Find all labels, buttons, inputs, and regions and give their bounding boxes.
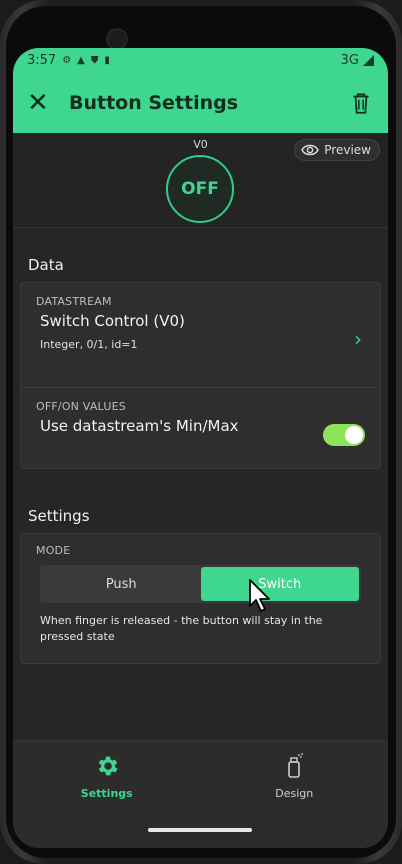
preview-button[interactable]: Preview xyxy=(294,139,380,161)
nav-settings-label: Settings xyxy=(80,787,133,800)
page-title: Button Settings xyxy=(69,92,239,114)
front-camera xyxy=(106,28,128,50)
data-card: DATASTREAM Switch Control (V0) Integer, … xyxy=(20,282,381,469)
mode-option-switch[interactable]: Switch xyxy=(200,567,359,601)
gear-icon xyxy=(98,756,118,776)
mode-segmented-control: Push Switch xyxy=(40,565,361,603)
home-indicator[interactable] xyxy=(148,828,252,832)
mouse-cursor-icon xyxy=(249,579,270,612)
spray-can-icon xyxy=(288,753,304,778)
widget-preview: V0 Preview OFF xyxy=(13,133,388,228)
toggle-knob xyxy=(345,426,363,444)
button-widget-preview[interactable]: OFF xyxy=(166,155,234,223)
mode-row: MODE Push Switch When finger is released… xyxy=(21,534,380,663)
nav-design-label: Design xyxy=(275,787,314,800)
mode-description: When finger is released - the button wil… xyxy=(40,614,323,643)
network-type: 3G xyxy=(340,53,359,68)
datastream-name: Switch Control (V0) xyxy=(40,312,185,330)
min-max-toggle[interactable] xyxy=(323,424,365,446)
datastream-row[interactable]: DATASTREAM Switch Control (V0) Integer, … xyxy=(21,283,380,387)
settings-card: MODE Push Switch When finger is released… xyxy=(20,533,381,664)
off-on-values-label: OFF/ON VALUES xyxy=(36,400,126,413)
off-on-values-text: Use datastream's Min/Max xyxy=(40,417,239,435)
app-bar: ✕ Button Settings xyxy=(13,73,388,133)
mode-option-push[interactable]: Push xyxy=(42,567,201,601)
datastream-info: Integer, 0/1, id=1 xyxy=(40,338,138,351)
close-icon[interactable]: ✕ xyxy=(27,90,59,116)
app-screen: 3:57 ⚙ ▲ ⛊ ▮ 3G ✕ Button Settings V0 Pre… xyxy=(13,48,388,848)
shield-status-icon: ⛊ xyxy=(90,54,99,66)
off-on-values-row: OFF/ON VALUES Use datastream's Min/Max xyxy=(21,387,380,468)
data-section-title: Data xyxy=(28,256,64,274)
eye-icon xyxy=(301,144,320,156)
signal-icon xyxy=(363,55,374,66)
settings-section-title: Settings xyxy=(28,507,90,525)
mode-label: MODE xyxy=(36,544,71,557)
settings-status-icon: ⚙ xyxy=(62,54,72,66)
preview-label: Preview xyxy=(324,143,371,157)
trash-icon[interactable] xyxy=(348,90,374,116)
status-bar: 3:57 ⚙ ▲ ⛊ ▮ 3G xyxy=(13,48,388,73)
bottom-navigation: Settings Design xyxy=(13,740,388,848)
datastream-label: DATASTREAM xyxy=(36,295,112,308)
font-status-icon: ▲ xyxy=(77,54,85,66)
sim-card-icon: ▮ xyxy=(104,54,110,66)
chevron-right-icon: › xyxy=(354,327,362,351)
status-time: 3:57 xyxy=(27,53,57,68)
